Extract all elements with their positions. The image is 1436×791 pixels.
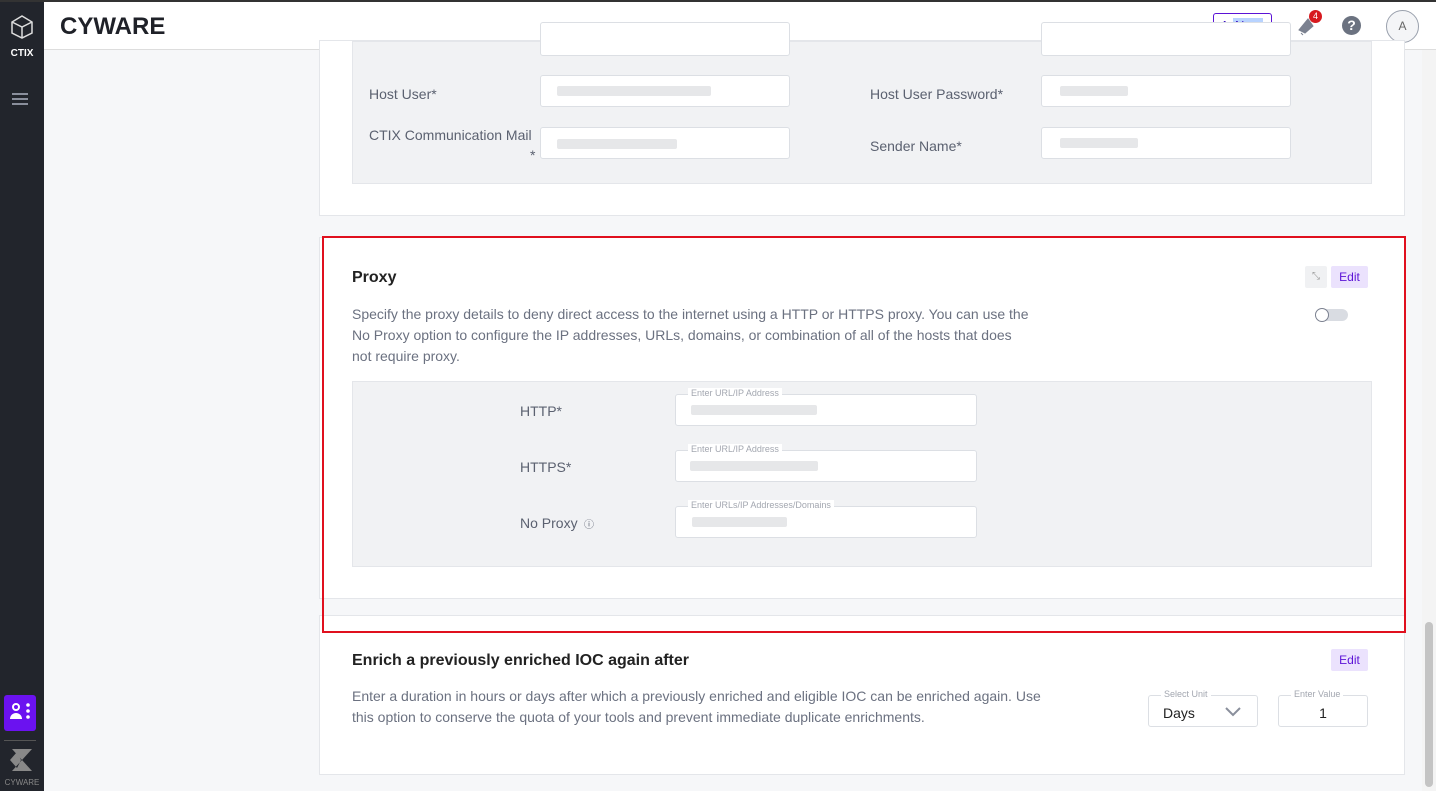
- unit-value: Days: [1163, 705, 1195, 721]
- enrich-title: Enrich a previously enriched IOC again a…: [352, 652, 689, 669]
- divider: [4, 740, 36, 741]
- avatar[interactable]: A: [1386, 10, 1419, 43]
- enrich-edit-button[interactable]: Edit: [1331, 649, 1368, 671]
- app-label: CTIX: [10, 48, 34, 59]
- host-user-password-label: Host User Password*: [870, 86, 1004, 102]
- sender-name-input[interactable]: [1041, 127, 1291, 159]
- hamburger-menu-icon[interactable]: [12, 93, 28, 108]
- email-settings-card: Host User* Host User Password* CTIX Comm…: [319, 22, 1405, 216]
- host-user-label: Host User*: [369, 86, 437, 102]
- sidebar: CTIX CYWARE: [0, 2, 44, 791]
- ctix-communication-mail-input[interactable]: [540, 127, 790, 159]
- ctix-logo-icon[interactable]: [9, 14, 35, 40]
- brand-label: CYWARE: [4, 778, 40, 787]
- scrollbar[interactable]: [1422, 50, 1436, 791]
- value-text: 1: [1319, 705, 1327, 721]
- value-legend: Enter Value: [1291, 689, 1344, 699]
- user-apps-button[interactable]: [4, 695, 36, 731]
- chevron-down-icon: [1225, 707, 1241, 717]
- prev-field-input-2[interactable]: [1041, 22, 1291, 56]
- value-input[interactable]: Enter Value 1: [1278, 689, 1368, 727]
- sender-name-label: Sender Name*: [870, 138, 962, 154]
- unit-legend: Select Unit: [1161, 689, 1211, 699]
- cyware-logo-icon: [10, 749, 32, 771]
- required-asterisk: *: [530, 147, 536, 163]
- enrich-card: Enrich a previously enriched IOC again a…: [319, 615, 1405, 775]
- unit-select[interactable]: Select Unit Days: [1148, 689, 1258, 727]
- help-icon[interactable]: ?: [1342, 16, 1361, 35]
- enrich-description: Enter a duration in hours or days after …: [352, 688, 1041, 725]
- prev-field-input[interactable]: [540, 22, 790, 56]
- user-icon: [10, 703, 30, 719]
- host-user-password-input[interactable]: [1041, 75, 1291, 107]
- email-fields-panel: Host User* Host User Password* CTIX Comm…: [352, 22, 1372, 184]
- notification-badge: 4: [1309, 10, 1322, 23]
- ctix-communication-mail-label: CTIX Communication Mail: [369, 127, 532, 143]
- highlight-box: [322, 236, 1406, 633]
- page-title: CYWARE: [60, 13, 166, 40]
- host-user-input[interactable]: [540, 75, 790, 107]
- scrollbar-thumb[interactable]: [1425, 622, 1433, 787]
